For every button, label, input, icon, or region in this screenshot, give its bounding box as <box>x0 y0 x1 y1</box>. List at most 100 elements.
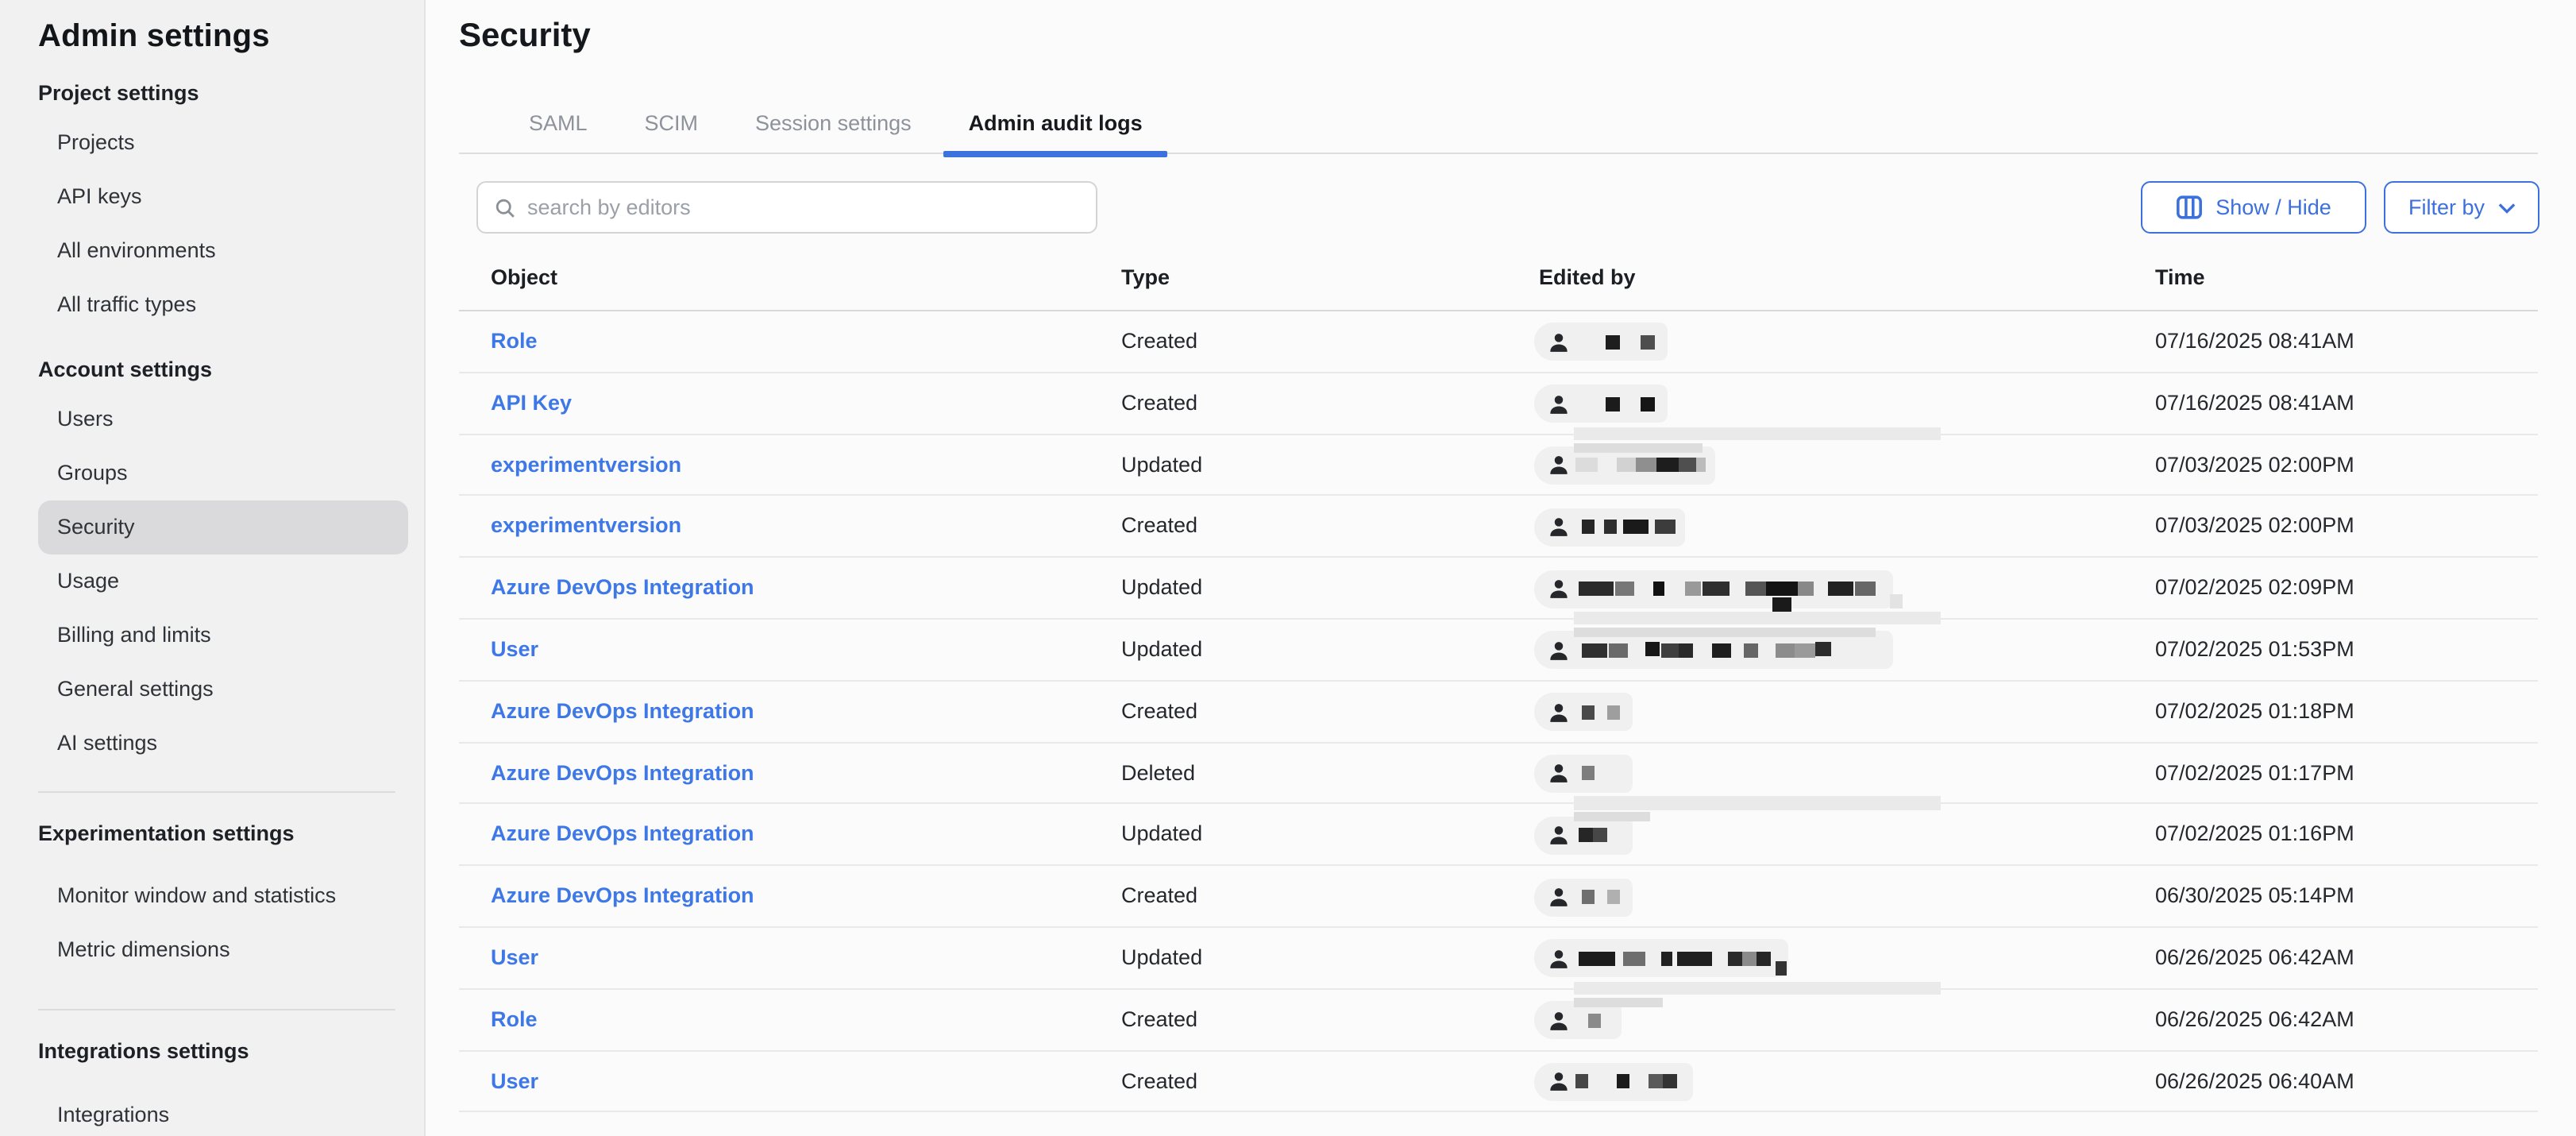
tab-admin-audit-logs[interactable]: Admin audit logs <box>943 98 1168 153</box>
time-cell: 06/26/2025 06:42AM <box>2155 928 2354 990</box>
redacted-name-block <box>1776 643 1795 658</box>
sidebar-item-monitor-window-and-statistics[interactable]: Monitor window and statistics <box>38 869 408 923</box>
time-cell: 06/26/2025 06:40AM <box>2155 1051 2354 1113</box>
sidebar-item-api-keys[interactable]: API keys <box>38 170 408 224</box>
edited-by-pill <box>1534 1063 1693 1101</box>
redacted-name-block <box>1582 890 1595 904</box>
redacted-name-block <box>1607 705 1620 719</box>
object-link[interactable]: Role <box>491 990 538 1052</box>
tab-bar: SAMLSCIMSession settingsAdmin audit logs <box>459 99 2538 154</box>
redacted-name-block <box>1703 582 1730 596</box>
sidebar-item-billing-and-limits[interactable]: Billing and limits <box>38 609 408 663</box>
redacted-name-block <box>1696 458 1706 473</box>
redacted-name-block <box>1579 582 1614 596</box>
type-cell: Created <box>1121 373 1197 435</box>
object-link[interactable]: Azure DevOps Integration <box>491 743 754 805</box>
redacted-name-block <box>1745 582 1766 596</box>
person-icon <box>1547 947 1571 971</box>
redaction-streak-small <box>1574 628 1876 637</box>
redacted-name-block <box>1677 952 1712 966</box>
table-row: Azure DevOps IntegrationUpdated07/02/202… <box>459 805 2538 867</box>
table-row: Azure DevOps IntegrationDeleted07/02/202… <box>459 743 2538 805</box>
object-link[interactable]: experimentversion <box>491 497 681 558</box>
tab-scim[interactable]: SCIM <box>619 98 724 153</box>
sidebar-item-ai-settings[interactable]: AI settings <box>38 717 408 771</box>
redacted-name-block <box>1661 952 1672 966</box>
redaction-streak <box>1574 982 1941 995</box>
redacted-name-block <box>1615 582 1634 596</box>
sidebar-item-integrations[interactable]: Integrations <box>38 1088 408 1136</box>
sidebar-divider <box>38 1009 395 1010</box>
redaction-streak <box>1574 612 1941 625</box>
redacted-name-block <box>1606 396 1620 411</box>
tab-session-settings[interactable]: Session settings <box>730 98 937 153</box>
time-cell: 07/03/2025 02:00PM <box>2155 497 2354 558</box>
column-header-type: Type <box>1121 245 1170 310</box>
object-link[interactable]: Role <box>491 311 538 373</box>
table-row: UserUpdated07/02/2025 01:53PM <box>459 620 2538 682</box>
object-link[interactable]: API Key <box>491 373 572 435</box>
person-icon <box>1547 700 1571 724</box>
active-tab-underline <box>943 151 1168 156</box>
object-link[interactable]: experimentversion <box>491 435 681 497</box>
table-row: UserCreated06/26/2025 06:40AM <box>459 1051 2538 1113</box>
redaction-streak-small <box>1574 442 1703 452</box>
sidebar-item-security[interactable]: Security <box>38 500 408 554</box>
object-link[interactable]: User <box>491 620 538 682</box>
type-cell: Created <box>1121 497 1197 558</box>
object-link[interactable]: Azure DevOps Integration <box>491 558 754 620</box>
show-hide-button[interactable]: Show / Hide <box>2141 181 2366 234</box>
redacted-name-block <box>1649 1075 1663 1089</box>
redacted-name-block <box>1641 335 1655 350</box>
type-cell: Created <box>1121 311 1197 373</box>
search-input[interactable] <box>527 195 1080 219</box>
admin-settings-page: Admin settings Project settingsProjectsA… <box>0 0 2576 1136</box>
sidebar-item-metric-dimensions[interactable]: Metric dimensions <box>38 923 408 977</box>
redacted-name-block <box>1742 952 1757 966</box>
redaction-streak <box>1574 427 1941 440</box>
redacted-name-block <box>1798 582 1814 596</box>
redacted-name-block <box>1606 335 1620 350</box>
filter-by-button[interactable]: Filter by <box>2384 181 2539 234</box>
sidebar-item-projects[interactable]: Projects <box>38 116 408 170</box>
sidebar-section-header: Experimentation settings <box>0 812 424 856</box>
edited-by-pill <box>1534 323 1668 361</box>
object-link[interactable]: Azure DevOps Integration <box>491 682 754 744</box>
sidebar-item-general-settings[interactable]: General settings <box>38 663 408 717</box>
redacted-name-block <box>1607 890 1620 904</box>
object-link[interactable]: User <box>491 928 538 990</box>
redacted-name-block <box>1661 643 1679 658</box>
object-link[interactable]: User <box>491 1051 538 1113</box>
sidebar-item-usage[interactable]: Usage <box>38 554 408 609</box>
type-cell: Updated <box>1121 435 1202 497</box>
redaction-streak <box>1574 797 1941 810</box>
redacted-name-block <box>1855 582 1876 596</box>
redaction-streak-small <box>1574 813 1650 822</box>
time-cell: 07/03/2025 02:00PM <box>2155 435 2354 497</box>
tab-saml[interactable]: SAML <box>503 98 613 153</box>
object-link[interactable]: Azure DevOps Integration <box>491 866 754 928</box>
table-header-row: Object Type Edited by Time <box>459 245 2538 310</box>
sidebar-item-users[interactable]: Users <box>38 392 408 446</box>
person-icon <box>1547 392 1571 415</box>
redacted-name-block <box>1609 643 1628 658</box>
redacted-name-block <box>1795 643 1815 658</box>
edited-by-pill <box>1534 693 1633 731</box>
sidebar: Admin settings Project settingsProjectsA… <box>0 0 426 1136</box>
filter-by-label: Filter by <box>2408 195 2485 219</box>
table-row: RoleCreated06/26/2025 06:42AM <box>459 990 2538 1052</box>
redacted-name-block <box>1645 642 1660 656</box>
type-cell: Updated <box>1121 928 1202 990</box>
sidebar-item-groups[interactable]: Groups <box>38 446 408 500</box>
time-cell: 07/16/2025 08:41AM <box>2155 373 2354 435</box>
sidebar-item-all-traffic-types[interactable]: All traffic types <box>38 278 408 332</box>
sidebar-sections: Project settingsProjectsAPI keysAll envi… <box>0 71 424 1136</box>
edited-by-pill <box>1534 570 1893 608</box>
redacted-name-block <box>1828 582 1853 596</box>
edited-by-pill <box>1534 755 1633 793</box>
audit-log-table: Role Created 07/16/2025 08:41AM API Key Crea… <box>459 310 2538 1113</box>
object-link[interactable]: Azure DevOps Integration <box>491 805 754 867</box>
redacted-name-block <box>1579 952 1615 966</box>
sidebar-item-all-environments[interactable]: All environments <box>38 224 408 278</box>
table-row: Azure DevOps IntegrationCreated06/30/202… <box>459 866 2538 928</box>
